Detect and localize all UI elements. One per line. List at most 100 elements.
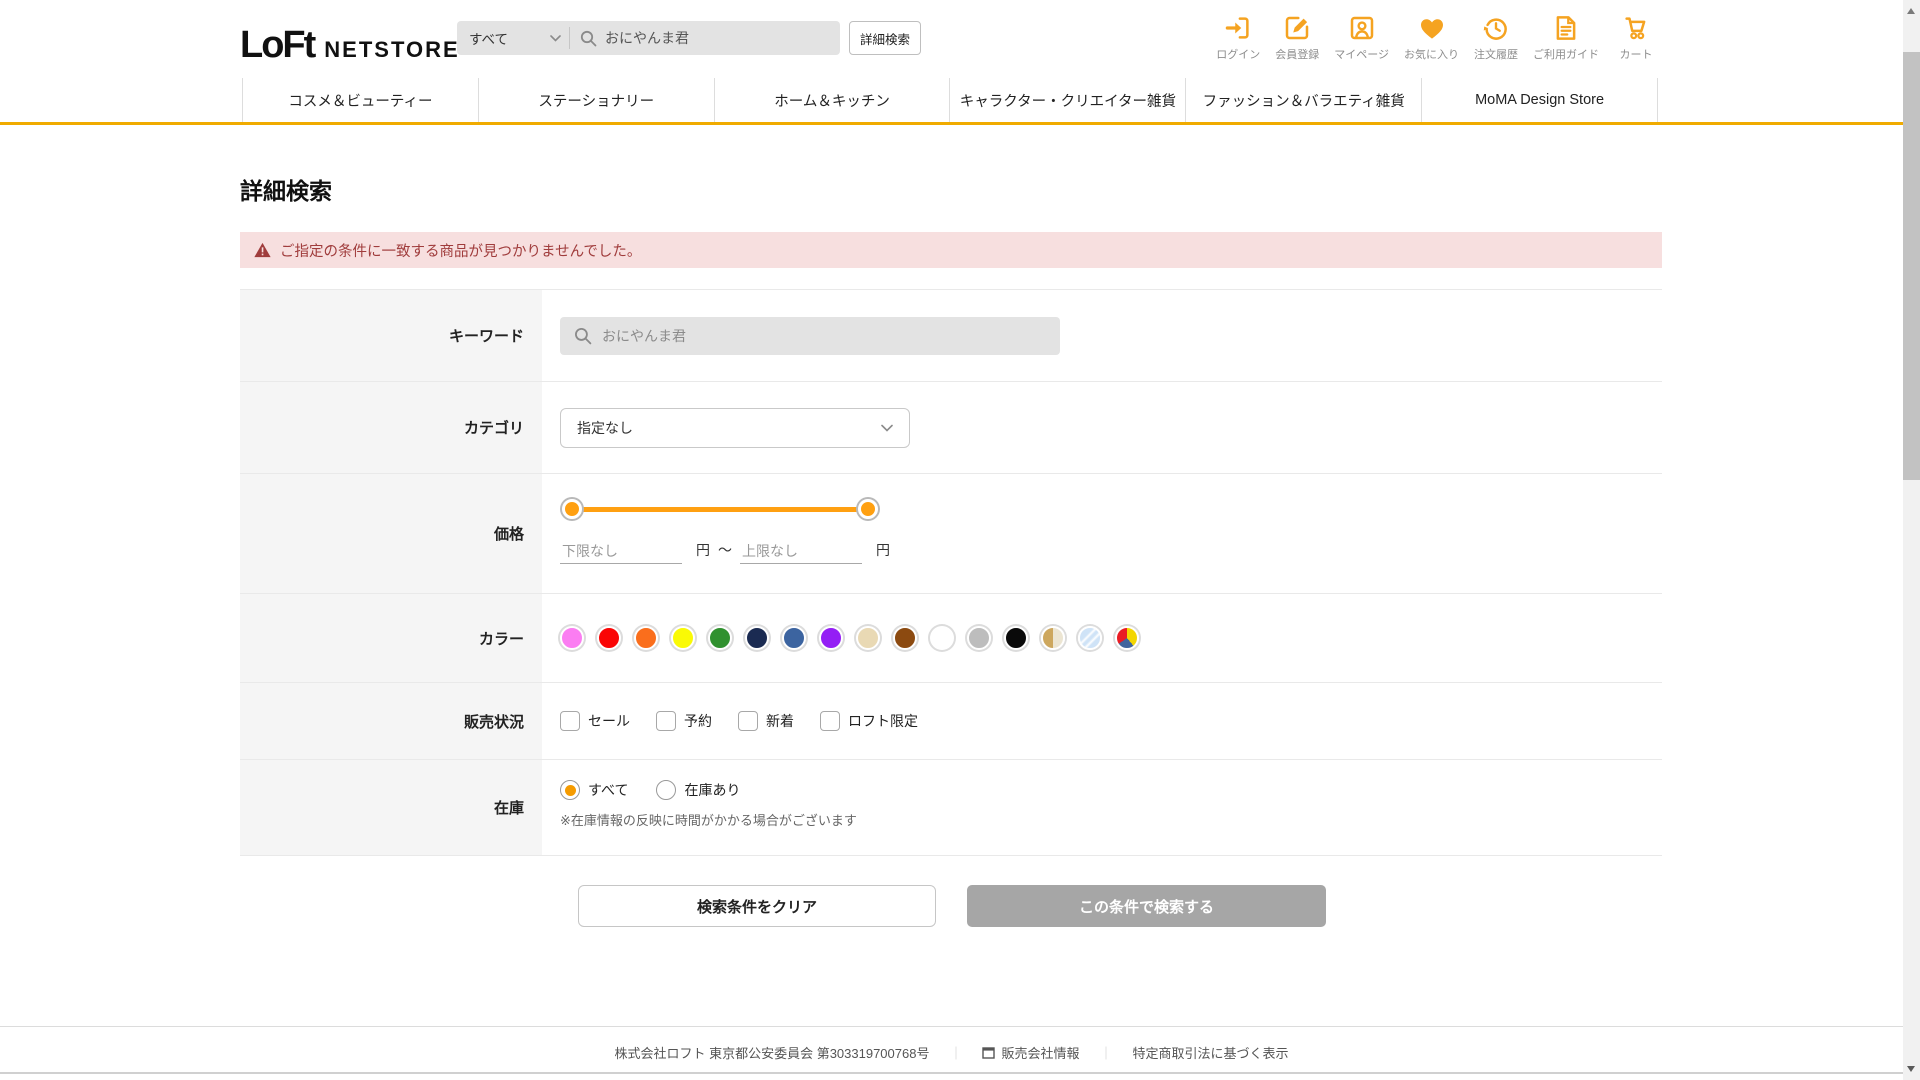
color-swatch-beige[interactable]	[856, 626, 880, 650]
color-swatch-red[interactable]	[597, 626, 621, 650]
footer-link-company-info[interactable]: 販売会社情報	[982, 1043, 1079, 1062]
checkbox-preorder-label: 予約	[684, 713, 712, 729]
search-scope-select[interactable]: すべて	[457, 21, 569, 55]
nav-item-stationery[interactable]: ステーショナリー	[477, 78, 714, 122]
price-slider-handle-max[interactable]	[858, 499, 878, 519]
scrollbar-thumb[interactable]	[1903, 52, 1920, 480]
color-swatch-green[interactable]	[708, 626, 732, 650]
page-title: 詳細検索	[240, 178, 332, 204]
checkbox-new[interactable]: 新着	[738, 711, 794, 731]
price-label: 価格	[240, 474, 542, 593]
price-tilde: ～	[718, 542, 732, 558]
error-message-box: ご指定の条件に一致する商品が見つかりませんでした。	[240, 232, 1662, 268]
checkbox-icon	[738, 711, 758, 731]
search-submit-button[interactable]: この条件で検索する	[967, 885, 1326, 927]
nav-label: コスメ＆ビューティー	[288, 93, 433, 110]
logo-netstore-text: NETSTORE	[324, 37, 460, 62]
cart-label: カート	[1619, 49, 1653, 61]
color-swatch-multicolor[interactable]	[1115, 626, 1139, 650]
login-button[interactable]: ログイン	[1216, 13, 1260, 62]
guide-label: ご利用ガイド	[1533, 49, 1599, 61]
register-button[interactable]: 会員登録	[1275, 13, 1319, 62]
color-label: カラー	[240, 594, 542, 682]
checkbox-preorder[interactable]: 予約	[656, 711, 712, 731]
loft-logo[interactable]: LoFt NETSTORE	[240, 24, 460, 67]
color-swatch-yellow[interactable]	[671, 626, 695, 650]
footer-link-law-label: 特定商取引法に基づく表示	[1132, 1046, 1289, 1061]
price-max-unit: 円	[876, 542, 890, 558]
mypage-label: マイページ	[1334, 49, 1389, 61]
checkbox-icon	[560, 711, 580, 731]
color-swatch-clear[interactable]	[1078, 626, 1102, 650]
price-max-input[interactable]	[740, 541, 862, 564]
color-swatch-brown[interactable]	[893, 626, 917, 650]
heart-icon	[1420, 19, 1443, 39]
price-min-unit: 円	[696, 542, 710, 558]
form-row-keyword: キーワード おにやんま君	[240, 290, 1662, 382]
header-search-bar: すべて おにやんま君	[457, 21, 840, 55]
nav-item-character-goods[interactable]: キャラクター・クリエイター雑貨	[949, 78, 1185, 122]
page: LoFt NETSTORE すべて おにやんま君 詳細検索 ログイン 会員登録 …	[0, 0, 1920, 1080]
nav-label: ファッション＆バラエティ雑貨	[1202, 93, 1405, 110]
color-swatch-gold-silver[interactable]	[1041, 626, 1065, 650]
radio-stock-available[interactable]: 在庫あり	[656, 780, 740, 800]
footer-divider	[0, 1026, 1903, 1027]
nav-item-cosmetics[interactable]: コスメ＆ビューティー	[242, 78, 478, 122]
nav-label: MoMA Design Store	[1475, 92, 1605, 108]
price-min-input[interactable]	[560, 541, 682, 564]
color-swatch-orange[interactable]	[634, 626, 658, 650]
keyword-label: キーワード	[240, 290, 542, 381]
price-slider-track[interactable]	[570, 507, 870, 512]
footer-link-law[interactable]: 特定商取引法に基づく表示	[1133, 1043, 1289, 1062]
keyword-input-value: おにやんま君	[602, 327, 686, 344]
color-swatch-navy[interactable]	[745, 626, 769, 650]
clear-conditions-button[interactable]: 検索条件をクリア	[578, 885, 936, 927]
header-search-value: おにやんま君	[605, 30, 689, 46]
color-swatch-pink[interactable]	[560, 626, 584, 650]
category-nav: コスメ＆ビューティー ステーショナリー ホーム＆キッチン キャラクター・クリエイ…	[242, 78, 1658, 122]
radio-stock-all[interactable]: すべて	[560, 780, 628, 800]
document-icon	[1556, 16, 1576, 40]
nav-item-home-kitchen[interactable]: ホーム＆キッチン	[713, 78, 950, 122]
category-select[interactable]: 指定なし	[560, 407, 910, 448]
order-history-button[interactable]: 注文履歴	[1474, 13, 1518, 62]
radio-stock-all-label: すべて	[588, 782, 629, 798]
search-scope-value: すべて	[469, 32, 509, 47]
header-search-input[interactable]: おにやんま君	[570, 28, 840, 48]
color-swatch-blue[interactable]	[782, 626, 806, 650]
checkbox-loft-limited[interactable]: ロフト限定	[820, 711, 918, 731]
footer-link-company-label: 販売会社情報	[1001, 1046, 1080, 1061]
register-icon	[1285, 16, 1309, 40]
color-swatches	[560, 626, 1139, 650]
search-icon	[575, 327, 592, 344]
scrollbar-down-arrow-icon[interactable]	[1907, 1066, 1915, 1072]
nav-label: ホーム＆キッチン	[774, 93, 890, 110]
logo-loft-text: LoFt	[240, 24, 316, 66]
color-swatch-purple[interactable]	[819, 626, 843, 650]
price-slider-handle-min[interactable]	[562, 499, 582, 519]
scrollbar-up-arrow-icon[interactable]	[1907, 8, 1915, 14]
detail-search-button[interactable]: 詳細検索	[849, 21, 921, 55]
color-swatch-white[interactable]	[930, 626, 954, 650]
vertical-scrollbar[interactable]	[1903, 0, 1920, 1080]
nav-item-fashion-variety[interactable]: ファッション＆バラエティ雑貨	[1185, 78, 1421, 122]
category-select-value: 指定なし	[577, 419, 633, 436]
login-label: ログイン	[1216, 49, 1261, 61]
favorites-button[interactable]: お気に入り	[1404, 13, 1459, 62]
guide-button[interactable]: ご利用ガイド	[1533, 13, 1599, 62]
register-label: 会員登録	[1275, 49, 1320, 61]
window-icon	[982, 1046, 996, 1059]
color-swatch-gray[interactable]	[967, 626, 991, 650]
keyword-input[interactable]: おにやんま君	[560, 316, 1060, 355]
nav-item-moma[interactable]: MoMA Design Store	[1421, 78, 1658, 122]
cart-button[interactable]: カート	[1614, 13, 1658, 62]
mypage-button[interactable]: マイページ	[1334, 13, 1389, 62]
checkbox-loft-limited-label: ロフト限定	[848, 713, 918, 729]
form-row-category: カテゴリ 指定なし	[240, 382, 1662, 474]
price-range-slider	[562, 498, 878, 520]
checkbox-sale[interactable]: セール	[560, 711, 630, 731]
color-swatch-black[interactable]	[1004, 626, 1028, 650]
warning-icon	[254, 242, 271, 258]
checkbox-icon	[656, 711, 676, 731]
form-row-status: 販売状況 セール 予約 新着 ロフト限定	[240, 683, 1662, 760]
